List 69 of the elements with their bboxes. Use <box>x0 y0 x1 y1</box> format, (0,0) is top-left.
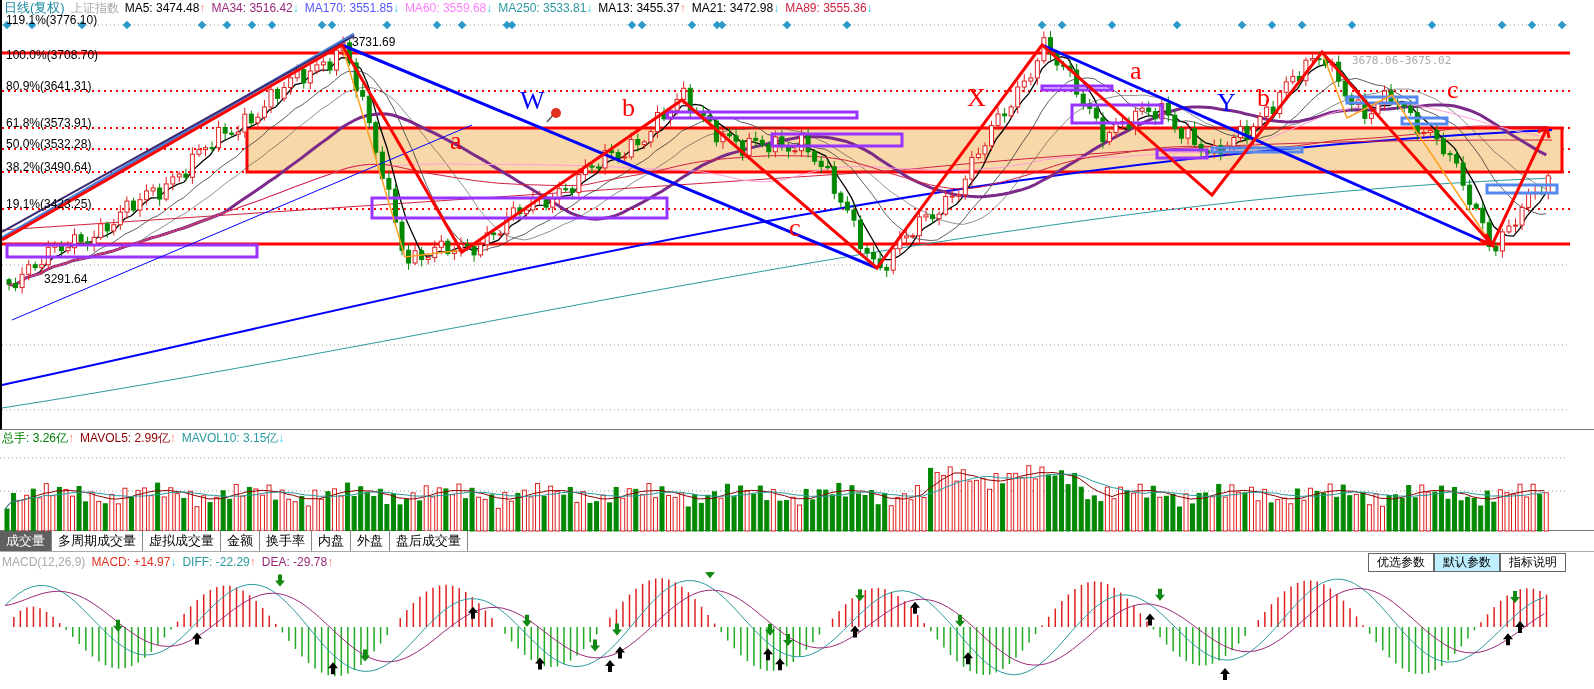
price-label: 3731.69 <box>352 35 396 49</box>
wave-label: W <box>520 88 545 114</box>
up-arrow-icon <box>910 601 920 614</box>
up-arrow-icon <box>615 646 625 659</box>
down-arrow-icon <box>783 633 793 646</box>
parameter-button[interactable]: 指标说明 <box>1500 552 1566 572</box>
down-arrow-icon <box>522 614 532 627</box>
index-name: 上证指数 <box>70 0 119 15</box>
fibonacci-level-label: 119.1%(3776.10) <box>6 13 98 27</box>
indicator-value: MA250: 3533.81↓ <box>498 1 593 15</box>
indicator-tab[interactable]: 成交量 <box>0 531 52 551</box>
indicator-tab[interactable]: 外盘 <box>351 531 390 551</box>
down-arrow-icon <box>1155 588 1165 601</box>
indicator-tab[interactable]: 虚拟成交量 <box>143 531 221 551</box>
down-arrow-icon <box>705 572 715 579</box>
up-arrow-icon <box>192 632 202 645</box>
fibonacci-level-label: 38.2%(3490.64) <box>6 160 92 174</box>
up-arrow-icon <box>535 657 545 670</box>
down-arrow-icon <box>955 614 965 627</box>
up-arrow-icon <box>775 658 785 671</box>
up-arrow-icon <box>605 659 615 672</box>
up-arrow-icon <box>1220 667 1230 680</box>
down-arrow-icon <box>855 589 865 602</box>
indicator-value: MA89: 3555.36↓ <box>785 1 873 15</box>
indicator-tab[interactable]: 金额 <box>221 531 260 551</box>
price-label: 3678.06-3675.02 <box>1352 54 1452 67</box>
indicator-tab[interactable]: 多周期成交量 <box>52 531 143 551</box>
parameter-button[interactable]: 默认参数 <box>1434 552 1500 572</box>
wave-label: b <box>1257 85 1270 111</box>
macd-indicator-value: DIFF: -22.29↑ <box>182 555 256 569</box>
parameter-button[interactable]: 优选参数 <box>1368 552 1434 572</box>
pushpin-icon <box>546 108 561 123</box>
up-arrow-icon <box>1515 621 1525 633</box>
volume-indicator-value: MAVOL10: 3.15亿↓ <box>181 429 285 447</box>
indicator-value: MA21: 3472.98↓ <box>691 1 780 15</box>
wave-label: b <box>622 95 635 121</box>
down-arrow-icon <box>113 619 123 632</box>
indicator-tab[interactable]: 换手率 <box>260 531 312 551</box>
down-arrow-icon <box>765 623 775 636</box>
down-arrow-icon <box>612 623 622 636</box>
down-arrow-icon <box>590 639 600 652</box>
indicator-tab[interactable]: 内盘 <box>312 531 351 551</box>
indicator-value: MA60: 3559.68↓ <box>404 1 493 15</box>
up-arrow-icon <box>963 652 973 665</box>
down-arrow-icon <box>275 574 285 587</box>
fibonacci-level-label: 80.9%(3641.31) <box>6 79 92 93</box>
price-label: 3291.64 <box>44 272 88 286</box>
fibonacci-level-label: 50.0%(3532.28) <box>6 137 92 151</box>
up-arrow-icon <box>1145 613 1155 626</box>
up-arrow-icon <box>763 648 773 661</box>
wave-label: X <box>967 85 986 111</box>
indicator-value: MA170: 3551.85↓ <box>304 1 399 15</box>
macd-indicator-value: MACD: +14.97↓ <box>91 555 177 569</box>
fibonacci-level-label: 61.8%(3573.91) <box>6 116 92 130</box>
volume-indicator-value: 总手: 3.26亿↑ <box>2 429 75 447</box>
wave-label: a <box>1130 58 1142 84</box>
down-arrow-icon <box>360 649 370 662</box>
indicator-value: MA34: 3516.42↓ <box>211 1 299 15</box>
down-arrow-icon <box>1510 591 1520 603</box>
indicator-value: MA13: 3455.37↑ <box>598 1 686 15</box>
volume-indicator-value: MAVOL5: 2.99亿↑ <box>80 429 176 447</box>
up-arrow-icon <box>1503 633 1513 646</box>
up-arrow-icon <box>328 662 338 675</box>
indicator-tab[interactable]: 盘后成交量 <box>390 531 468 551</box>
macd-indicator-value: DEA: -29.78↑ <box>261 555 334 569</box>
up-arrow-icon <box>850 625 860 638</box>
indicator-value: MA5: 3474.48↑ <box>124 1 206 15</box>
indicator-name: MACD(12,26,9) <box>2 555 86 569</box>
up-arrow-icon <box>468 606 478 619</box>
